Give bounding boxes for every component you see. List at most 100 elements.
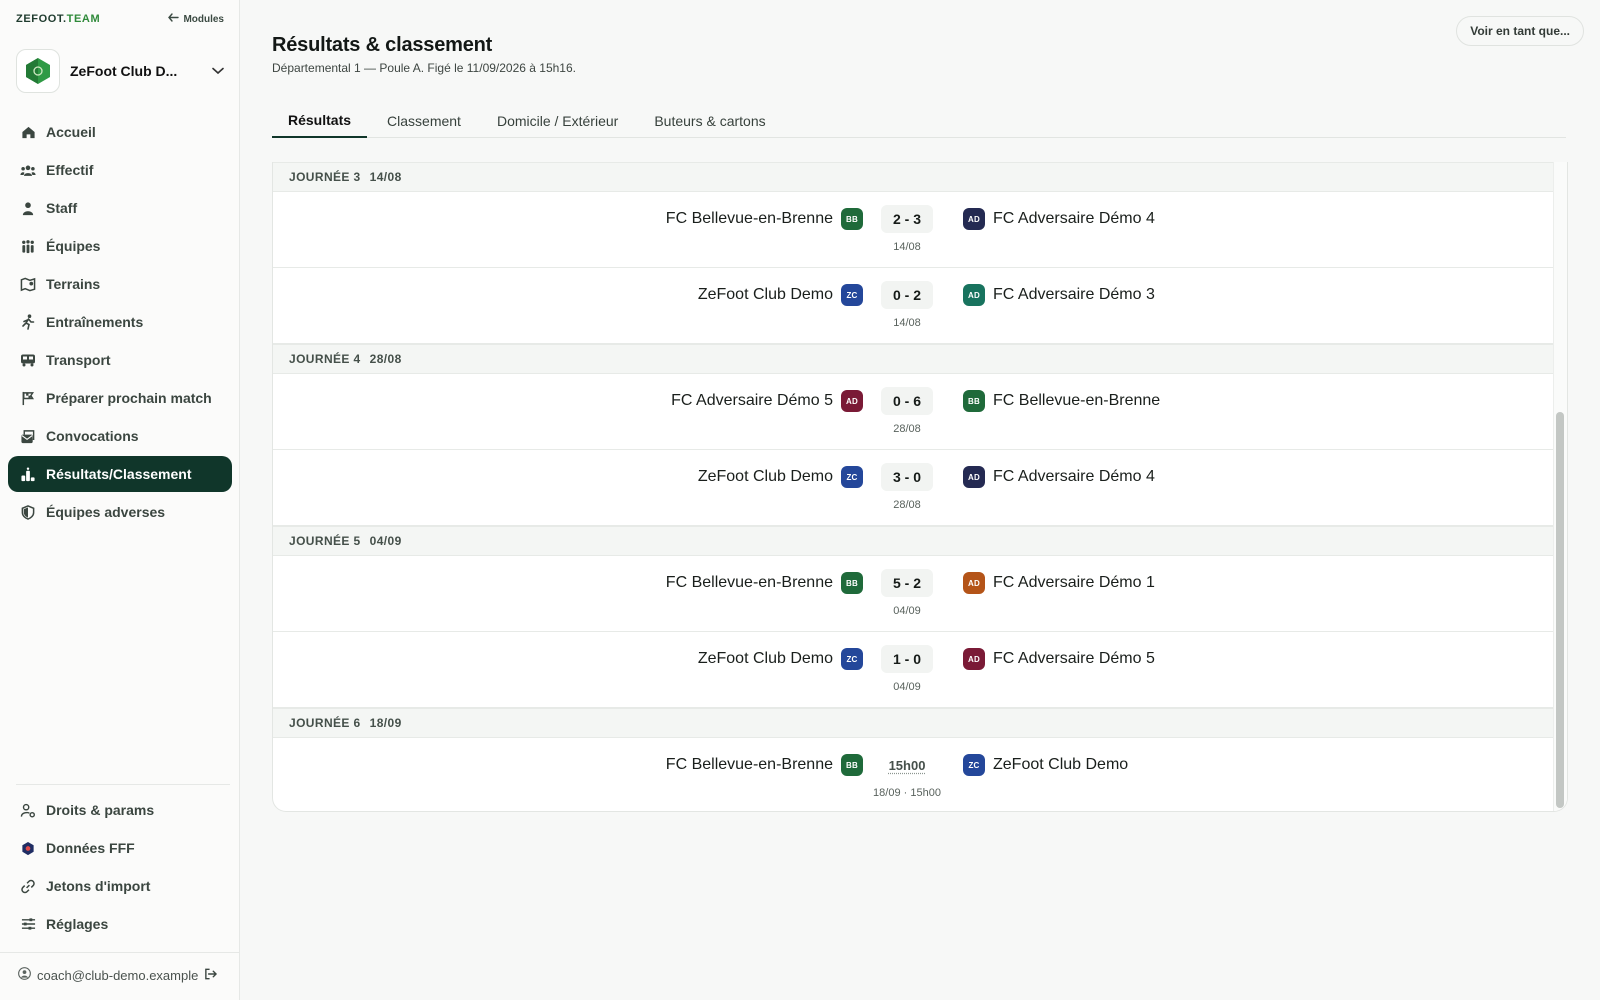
nav-label: Préparer prochain match [46,390,212,406]
journee-header: JOURNÉE 4 28/08 [273,344,1553,374]
match-row[interactable]: FC Adversaire Démo 5 AD 0 - 6 BB FC Bellevue… [273,374,1553,450]
match-date: 04/09 [893,605,921,617]
home-team-badge: BB [841,572,863,594]
match-score[interactable]: 0 - 6 [881,387,933,415]
user-avatar-icon [18,967,31,983]
settings-nav: Droits & params Données FFF Jetons d'imp… [8,792,232,944]
match-date: 18/09 · 15h00 [873,787,941,799]
nav-item-staff[interactable]: Staff [8,190,232,226]
shield-icon [20,504,36,520]
home-team[interactable]: FC Bellevue-en-Brenne BB [666,754,863,776]
away-team-name: ZeFoot Club Demo [993,756,1129,773]
journee-label: JOURNÉE 3 [289,170,361,184]
modules-link[interactable]: Modules [168,13,224,25]
nav-label: Données FFF [46,840,135,856]
home-team-name: FC Adversaire Démo 5 [671,392,833,409]
nav-label: Accueil [46,124,96,140]
home-team[interactable]: ZeFoot Club Demo ZC [698,466,863,488]
match-score[interactable]: 3 - 0 [881,463,933,491]
page-title: Résultats & classement [272,34,493,56]
away-team[interactable]: AD FC Adversaire Démo 3 [963,284,1155,306]
away-team[interactable]: AD FC Adversaire Démo 4 [963,466,1155,488]
nav-label: Équipes [46,238,101,254]
chevron-down-icon [210,63,226,79]
home-team-name: ZeFoot Club Demo [697,286,833,303]
link-icon [20,878,36,894]
home-team[interactable]: ZeFoot Club Demo ZC [698,648,863,670]
nav-item-convocations[interactable]: Convocations [8,418,232,454]
match-score[interactable]: 2 - 3 [881,205,933,233]
match-row[interactable]: FC Bellevue-en-Brenne BB 2 - 3 AD FC Adversa… [273,192,1553,268]
bus-icon [20,352,36,368]
away-team-badge: AD [963,572,985,594]
page-subtitle: Départemental 1 — Poule A. Figé le 11/09… [272,61,576,75]
nav-item-equipes[interactable]: Équipes [8,228,232,264]
away-team[interactable]: AD FC Adversaire Démo 1 [963,572,1155,594]
away-team-badge: ZC [963,754,985,776]
modules-label: Modules [183,13,224,25]
match-row[interactable]: ZeFoot Club Demo ZC 0 - 2 AD FC Adversaire D… [273,268,1553,344]
nav-item-droits[interactable]: Droits & params [8,792,232,828]
away-team[interactable]: AD FC Adversaire Démo 5 [963,648,1155,670]
nav-label: Transport [46,352,111,368]
nav-item-terrains[interactable]: Terrains [8,266,232,302]
nav-item-equipes-adverses[interactable]: Équipes adverses [8,494,232,530]
match-row[interactable]: ZeFoot Club Demo ZC 3 - 0 AD FC Adversaire D… [273,450,1553,526]
nav-item-transport[interactable]: Transport [8,342,232,378]
nav-item-accueil[interactable]: Accueil [8,114,232,150]
brand-logo[interactable]: ZEFOOT.TEAM [16,13,100,25]
home-team[interactable]: FC Bellevue-en-Brenne BB [666,572,863,594]
home-team-badge: ZC [841,648,863,670]
tab-buteurs-cartons[interactable]: Buteurs & cartons [638,104,781,138]
scrollbar-thumb[interactable] [1556,412,1564,808]
nav-item-resultats[interactable]: Résultats/Classement [8,456,232,492]
home-team[interactable]: FC Adversaire Démo 5 AD [671,390,863,412]
away-team[interactable]: BB FC Bellevue-en-Brenne [963,390,1160,412]
home-team[interactable]: FC Bellevue-en-Brenne BB [666,208,863,230]
brand-accent-text: TEAM [66,13,101,25]
journee-header: JOURNÉE 5 04/09 [273,526,1553,556]
nav-label: Jetons d'import [46,878,151,894]
home-team-badge: ZC [841,466,863,488]
match-score[interactable]: 0 - 2 [881,281,933,309]
logout-icon[interactable] [204,968,218,983]
nav-label: Résultats/Classement [46,466,192,482]
view-as-button[interactable]: Voir en tant que... [1456,16,1584,46]
nav-label: Droits & params [46,802,155,818]
match-score[interactable]: 1 - 0 [881,645,933,673]
envelope-icon [20,428,36,444]
away-team[interactable]: ZC ZeFoot Club Demo [963,754,1128,776]
nav-item-preparer-match[interactable]: Préparer prochain match [8,380,232,416]
match-row[interactable]: ZeFoot Club Demo ZC 1 - 0 AD FC Adversaire D… [273,632,1553,708]
match-row[interactable]: FC Bellevue-en-Brenne BB 5 - 2 AD FC Adversa… [273,556,1553,632]
nav-item-reglages[interactable]: Réglages [8,906,232,942]
tab-resultats[interactable]: Résultats [272,104,368,138]
tab-domicile-exterieur[interactable]: Domicile / Extérieur [481,104,634,138]
match-date: 14/08 [893,317,921,329]
match-date: 28/08 [893,423,921,435]
home-team-badge: AD [841,390,863,412]
home-team[interactable]: ZeFoot Club Demo ZC [698,284,863,306]
away-team[interactable]: AD FC Adversaire Démo 4 [963,208,1155,230]
match-score[interactable]: 5 - 2 [881,569,933,597]
nav-label: Staff [46,200,78,216]
nav-item-donnees-fff[interactable]: Données FFF [8,830,232,866]
results-scroll-area: JOURNÉE 3 14/08 FC Bellevue-en-Brenne BB 2 -… [273,162,1553,811]
fff-icon [20,840,36,856]
away-team-name: FC Bellevue-en-Brenne [993,392,1161,409]
person-icon [20,200,36,216]
tab-classement[interactable]: Classement [371,104,477,138]
scrollbar-track[interactable] [1553,162,1567,811]
nav-item-jetons[interactable]: Jetons d'import [8,868,232,904]
nav-item-effectif[interactable]: Effectif [8,152,232,188]
away-team-badge: BB [963,390,985,412]
match-row[interactable]: FC Bellevue-en-Brenne BB 15h00 ZC ZeFoot Clu… [273,738,1553,811]
nav-label: Effectif [46,162,94,178]
nav-label: Terrains [46,276,101,292]
club-selector[interactable]: ZeFoot Club D... [16,48,226,94]
match-date: 28/08 [893,499,921,511]
home-icon [20,124,36,140]
arrow-left-icon [168,13,180,25]
nav-item-entrainements[interactable]: Entraînements [8,304,232,340]
kickoff-time[interactable]: 15h00 [881,751,933,779]
